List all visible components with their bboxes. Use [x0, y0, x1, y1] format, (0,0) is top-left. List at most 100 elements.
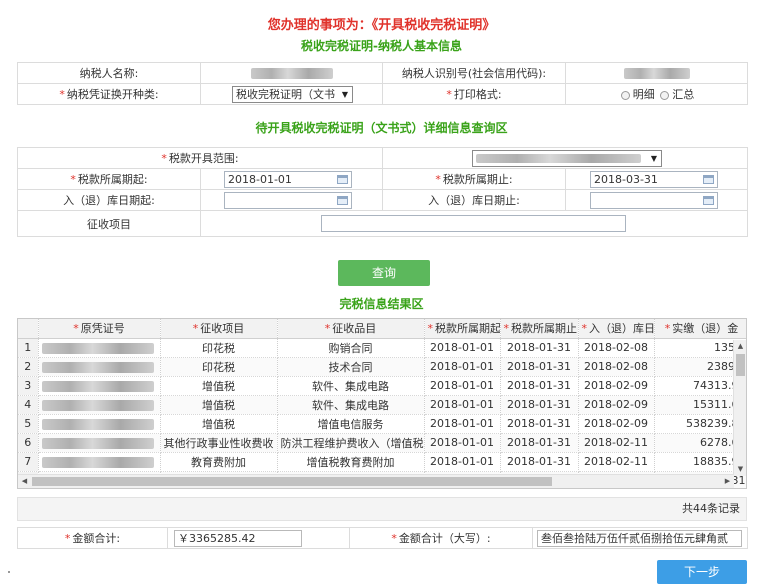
results-header-row: * 原凭证号 * 征收项目 * 征收品目 * 税款所属期起 * 税款所属期止 * 入（退）库… — [18, 319, 746, 339]
scroll-left-icon[interactable]: ◀ — [18, 475, 31, 488]
voucher-cell — [38, 414, 161, 434]
cert-type-select[interactable]: 税收完税证明（文书 ▼ — [232, 85, 353, 103]
scroll-right-icon[interactable]: ▶ — [721, 475, 734, 488]
voucher-redacted — [41, 361, 154, 373]
taxpayer-id-label: 纳税人识别号(社会信用代码): — [382, 62, 566, 84]
radio-print-detail[interactable] — [620, 90, 630, 100]
period-start-cell: 2018-01-01 — [424, 414, 501, 434]
scroll-thumb[interactable] — [32, 477, 552, 486]
query-button[interactable]: 查询 — [338, 260, 430, 286]
stock-end-label: 入（退）库日期止: — [382, 189, 566, 211]
vertical-scrollbar[interactable]: ▲ ▼ — [733, 340, 746, 476]
levy-subitem-cell: 购销合同 — [277, 338, 425, 358]
results-grid[interactable]: * 原凭证号 * 征收项目 * 征收品目 * 税款所属期起 * 税款所属期止 * 入（退）库… — [17, 318, 747, 489]
amount-total-field: ￥3365285.42 — [174, 529, 302, 547]
column-header-index — [18, 319, 39, 339]
column-header-levy-item[interactable]: * 征收项目 — [160, 319, 278, 339]
levy-subitem-cell: 软件、集成电路 — [277, 376, 425, 396]
column-header-levy-subitem[interactable]: * 征收品目 — [277, 319, 425, 339]
period-start-cell: 2018-01-01 — [424, 395, 501, 415]
voucher-cell — [38, 452, 161, 472]
print-option-detail-label: 明细 — [632, 88, 655, 101]
calendar-icon[interactable] — [703, 195, 714, 205]
table-row[interactable]: 3 增值税 软件、集成电路 2018-01-01 2018-01-31 2018-02-0… — [18, 376, 746, 396]
period-start-cell: 2018-01-01 — [424, 376, 501, 396]
print-option-summary-label: 汇总 — [672, 88, 695, 101]
voucher-redacted — [41, 399, 154, 411]
table-row[interactable]: 7 教育费附加 增值税教育费附加 2018-01-01 2018-01-31 2018-0… — [18, 452, 746, 472]
stock-start-input[interactable] — [224, 191, 352, 209]
row-index-cell: 1 — [18, 338, 39, 358]
row-index-cell: 7 — [18, 452, 39, 472]
scroll-down-icon[interactable]: ▼ — [734, 463, 746, 476]
next-step-button[interactable]: 下一步 — [657, 560, 747, 584]
section-title-basic-info: 税收完税证明-纳税人基本信息 — [301, 39, 462, 53]
taxpayer-id-redacted — [623, 68, 690, 79]
row-index-cell: 6 — [18, 433, 39, 453]
stock-date-cell: 2018-02-09 — [578, 376, 655, 396]
period-start-cell: 2018-01-01 — [424, 338, 501, 358]
section-title-results: 完税信息结果区 — [339, 297, 424, 311]
chevron-down-icon: ▼ — [338, 86, 352, 102]
amount-total-label: 金额合计: — [72, 532, 121, 545]
section-title-query: 待开具税收完税证明（文书式）详细信息查询区 — [255, 121, 508, 135]
radio-print-summary[interactable] — [660, 90, 670, 100]
voucher-cell — [38, 357, 161, 377]
decorative-dot — [8, 571, 10, 573]
row-index-cell: 3 — [18, 376, 39, 396]
range-value-redacted — [476, 154, 641, 163]
calendar-icon[interactable] — [337, 195, 348, 205]
levy-subitem-cell: 软件、集成电路 — [277, 395, 425, 415]
taxpayer-name-label: 纳税人名称: — [17, 62, 201, 84]
scroll-thumb[interactable] — [736, 354, 745, 376]
column-header-period-start[interactable]: * 税款所属期起 — [424, 319, 501, 339]
scroll-up-icon[interactable]: ▲ — [734, 340, 746, 353]
voucher-redacted — [41, 342, 154, 354]
table-row[interactable]: 2 印花税 技术合同 2018-01-01 2018-01-31 2018-02-08 23… — [18, 357, 746, 377]
stock-date-cell: 2018-02-08 — [578, 338, 655, 358]
totals-table: * 金额合计: ￥3365285.42 * 金额合计（大写）: 叁佰叁拾陆万伍仟贰佰… — [17, 527, 748, 549]
stock-end-input[interactable] — [590, 191, 718, 209]
period-end-cell: 2018-01-31 — [500, 376, 579, 396]
table-row[interactable]: 4 增值税 软件、集成电路 2018-01-01 2018-01-31 2018-02-0… — [18, 395, 746, 415]
page-title: 您办理的事项为：《开具税收完税证明》 — [267, 18, 496, 33]
column-header-voucher[interactable]: * 原凭证号 — [38, 319, 161, 339]
range-select[interactable]: ▼ — [472, 149, 662, 167]
period-end-cell: 2018-01-31 — [500, 452, 579, 472]
table-row[interactable]: 1 印花税 购销合同 2018-01-01 2018-01-31 2018-02-08 13… — [18, 338, 746, 358]
levy-subitem-cell: 增值电信服务 — [277, 414, 425, 434]
print-format-label: 打印格式: — [453, 88, 502, 101]
voucher-redacted — [41, 456, 154, 468]
horizontal-scrollbar[interactable]: ◀ ▶ — [18, 474, 734, 488]
column-header-stock-date[interactable]: * 入（退）库日 — [578, 319, 655, 339]
period-end-cell: 2018-01-31 — [500, 414, 579, 434]
voucher-cell — [38, 376, 161, 396]
column-header-period-end[interactable]: * 税款所属期止 — [500, 319, 579, 339]
stock-start-label: 入（退）库日期起: — [17, 189, 201, 211]
levy-item-input[interactable] — [321, 215, 626, 232]
period-end-cell: 2018-01-31 — [500, 395, 579, 415]
levy-item-label: 征收项目 — [17, 210, 201, 237]
results-table: * 原凭证号 * 征收项目 * 征收品目 * 税款所属期起 * 税款所属期止 * 入（退）库… — [18, 319, 746, 488]
voucher-cell — [38, 433, 161, 453]
column-header-amount[interactable]: * 实缴（退）金 — [654, 319, 746, 339]
table-row[interactable]: 6 其他行政事业性收费收 防洪工程维护费收入（增值税 2018-01-01 2018-0… — [18, 433, 746, 453]
period-start-input[interactable]: 2018-01-01 — [224, 170, 352, 188]
stock-date-cell: 2018-02-11 — [578, 452, 655, 472]
calendar-icon[interactable] — [703, 174, 714, 184]
stock-date-cell: 2018-02-08 — [578, 357, 655, 377]
calendar-icon[interactable] — [337, 174, 348, 184]
table-row[interactable]: 5 增值税 增值电信服务 2018-01-01 2018-01-31 2018-02-09… — [18, 414, 746, 434]
row-index-cell: 4 — [18, 395, 39, 415]
period-end-cell: 2018-01-31 — [500, 433, 579, 453]
period-start-cell: 2018-01-01 — [424, 357, 501, 377]
period-end-label: 税款所属期止: — [442, 173, 513, 186]
period-end-cell: 2018-01-31 — [500, 357, 579, 377]
query-form-table: * 税款开具范围: ▼ * 税款所属期起: 2018-01-01 * 税款所属期止: … — [17, 147, 748, 237]
row-index-cell: 5 — [18, 414, 39, 434]
period-end-input[interactable]: 2018-03-31 — [590, 170, 718, 188]
basic-info-table: 纳税人名称: 纳税人识别号(社会信用代码): * 纳税凭证换开种类: 税收完税证明… — [17, 62, 748, 105]
voucher-redacted — [41, 437, 154, 449]
chevron-down-icon: ▼ — [647, 150, 661, 166]
record-count: 共44条记录 — [17, 497, 747, 521]
